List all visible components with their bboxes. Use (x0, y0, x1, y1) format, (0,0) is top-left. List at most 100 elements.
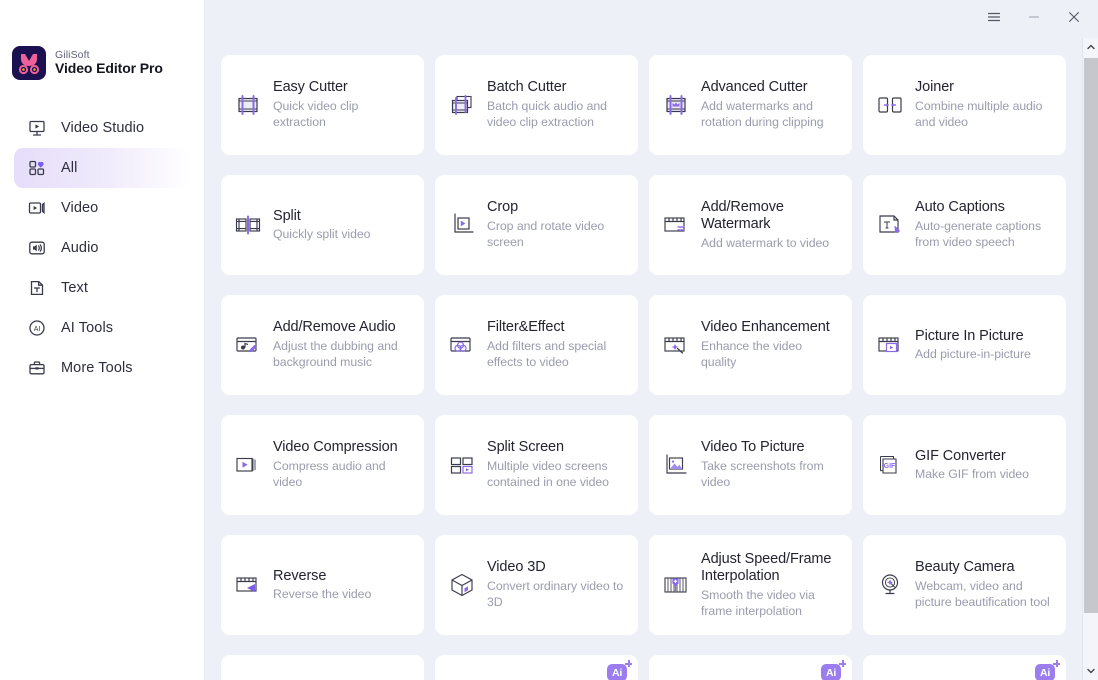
sidebar-item-label: Audio (61, 240, 99, 256)
ai-tools-icon: AI (27, 318, 47, 338)
film-batch-cut-icon (447, 90, 477, 120)
video-studio-icon (27, 118, 47, 138)
menu-icon[interactable] (984, 7, 1004, 27)
sidebar-item-label: Video (61, 200, 99, 216)
svg-text:GIF: GIF (884, 463, 896, 470)
sidebar-item-more-tools[interactable]: More Tools (14, 348, 190, 388)
beauty-camera-icon (875, 570, 905, 600)
tool-title: Reverse (273, 567, 327, 584)
join-arrows-icon (875, 90, 905, 120)
tool-card-crop[interactable]: Crop Crop and rotate video screen (435, 175, 638, 275)
tool-title: Joiner (915, 79, 954, 96)
tool-card-video-3d[interactable]: Video 3D Convert ordinary video to 3D (435, 535, 638, 635)
tool-card-auto-captions[interactable]: Auto Captions Auto-generate captions fro… (863, 175, 1066, 275)
tools-grid: Easy Cutter Quick video clip extraction (221, 55, 1071, 680)
sidebar: GiliSoft Video Editor Pro Video Studio A… (0, 0, 205, 680)
tool-card-matting-video-beauty[interactable]: Ai Matting/Video Beauty Extract characte… (649, 655, 852, 680)
minimize-icon[interactable] (1024, 7, 1044, 27)
tool-card-easy-cutter[interactable]: Easy Cutter Quick video clip extraction (221, 55, 424, 155)
captions-pen-icon (875, 210, 905, 240)
sidebar-item-label: Text (61, 280, 88, 296)
gilisoft-logo-icon (12, 46, 46, 80)
ai-badge: Ai (821, 664, 841, 680)
tool-title: Split Screen (487, 439, 564, 456)
svg-text:AI: AI (34, 326, 41, 333)
tool-title: Video Enhancement (701, 319, 830, 336)
split-screen-icon (447, 450, 477, 480)
video-to-picture-icon (661, 450, 691, 480)
film-advanced-cut-icon (661, 90, 691, 120)
scroll-up-arrow[interactable] (1083, 38, 1098, 56)
tool-card-video-to-picture[interactable]: Video To Picture Take screenshots from v… (649, 415, 852, 515)
tool-title: Adjust Speed/Frame Interpolation (701, 550, 832, 585)
tool-title: Split (273, 207, 301, 224)
tool-card-beauty-camera[interactable]: Beauty Camera Webcam, video and picture … (863, 535, 1066, 635)
sidebar-item-audio[interactable]: Audio (14, 228, 190, 268)
crop-play-icon (447, 210, 477, 240)
tool-title: Picture In Picture (915, 327, 1024, 344)
sidebar-item-video-studio[interactable]: Video Studio (14, 108, 190, 148)
brand-product: Video Editor Pro (55, 60, 163, 77)
sidebar-item-label: More Tools (61, 360, 133, 376)
tool-desc: Webcam, video and picture beautification… (915, 579, 1050, 610)
tool-desc: Enhance the video quality (701, 339, 803, 370)
tool-card-picture-in-picture[interactable]: Picture In Picture Add picture-in-pictur… (863, 295, 1066, 395)
tool-card-video-compression[interactable]: Video Compression Compress audio and vid… (221, 415, 424, 515)
tool-card-doc-to-video[interactable]: Doc To Video Convert document files to v… (221, 655, 424, 680)
tool-desc: Smooth the video via frame interpolation (701, 587, 815, 619)
text-icon (27, 278, 47, 298)
scrollbar-thumb[interactable] (1084, 58, 1098, 613)
audio-icon (27, 238, 47, 258)
ai-badge: Ai (607, 664, 627, 680)
tool-card-watermark[interactable]: Add/Remove Watermark Add watermark to vi… (649, 175, 852, 275)
tool-card-reverse[interactable]: Reverse Reverse the video (221, 535, 424, 635)
sidebar-item-all[interactable]: All (14, 148, 190, 188)
tool-desc: Reverse the video (273, 587, 372, 602)
tool-card-add-remove-audio[interactable]: Add/Remove Audio Adjust the dubbing and … (221, 295, 424, 395)
tool-title: Add/Remove Watermark (701, 198, 784, 233)
tool-desc: Compress audio and video (273, 459, 386, 490)
app-window: GiliSoft Video Editor Pro Video Studio A… (0, 0, 1098, 680)
tool-desc: Convert ordinary video to 3D (487, 579, 624, 610)
gif-icon: GIF (875, 450, 905, 480)
tool-card-adjust-speed[interactable]: Adjust Speed/Frame Interpolation Smooth … (649, 535, 852, 635)
sidebar-item-video[interactable]: Video (14, 188, 190, 228)
ai-badge: Ai (1035, 664, 1055, 680)
main-area: Easy Cutter Quick video clip extraction (205, 0, 1098, 680)
tool-card-advanced-cutter[interactable]: Advanced Cutter Add watermarks and rotat… (649, 55, 852, 155)
tool-desc: Crop and rotate video screen (487, 219, 605, 250)
title-bar (205, 0, 1098, 34)
tool-title: Filter&Effect (487, 319, 565, 336)
cube-3d-icon (447, 570, 477, 600)
video-icon (27, 198, 47, 218)
vertical-scrollbar[interactable] (1082, 38, 1098, 680)
sidebar-item-ai-tools[interactable]: AI AI Tools (14, 308, 190, 348)
tool-desc: Make GIF from video (915, 467, 1029, 482)
sidebar-item-label: Video Studio (61, 120, 145, 136)
tool-card-gif-converter[interactable]: GIF GIF Converter Make GIF from video (863, 415, 1066, 515)
brand-logo-block: GiliSoft Video Editor Pro (0, 0, 204, 86)
tool-card-video-enhancement[interactable]: Video Enhancement Enhance the video qual… (649, 295, 852, 395)
tool-desc: Adjust the dubbing and background music (273, 339, 398, 370)
tool-desc: Combine multiple audio and video (915, 99, 1043, 130)
split-film-icon (233, 210, 263, 240)
tool-card-joiner[interactable]: Joiner Combine multiple audio and video (863, 55, 1066, 155)
tool-card-split-screen[interactable]: Split Screen Multiple video screens cont… (435, 415, 638, 515)
tool-desc: Add watermark to video (701, 236, 830, 251)
tool-desc: Add picture-in-picture (915, 347, 1031, 362)
tool-card-split[interactable]: Split Quickly split video (221, 175, 424, 275)
tool-desc: Batch quick audio and video clip extract… (487, 99, 607, 130)
tool-card-shot-split[interactable]: Ai Shot Split Segment video (863, 655, 1066, 680)
tool-desc: Multiple video screens contained in one … (487, 459, 609, 490)
tools-scroll-region[interactable]: Easy Cutter Quick video clip extraction (205, 0, 1098, 680)
tool-title: Batch Cutter (487, 79, 567, 96)
tool-card-subtitle-extraction[interactable]: Ai Subtitle Extraction Quickly extract s… (435, 655, 638, 680)
tool-title: Easy Cutter (273, 79, 348, 96)
scroll-down-arrow[interactable] (1083, 662, 1098, 680)
tool-title: Video To Picture (701, 439, 805, 456)
tool-card-batch-cutter[interactable]: Batch Cutter Batch quick audio and video… (435, 55, 638, 155)
tool-desc: Add filters and special effects to video (487, 339, 607, 370)
sidebar-item-text[interactable]: Text (14, 268, 190, 308)
tool-card-filter-effect[interactable]: Filter&Effect Add filters and special ef… (435, 295, 638, 395)
close-icon[interactable] (1064, 7, 1084, 27)
